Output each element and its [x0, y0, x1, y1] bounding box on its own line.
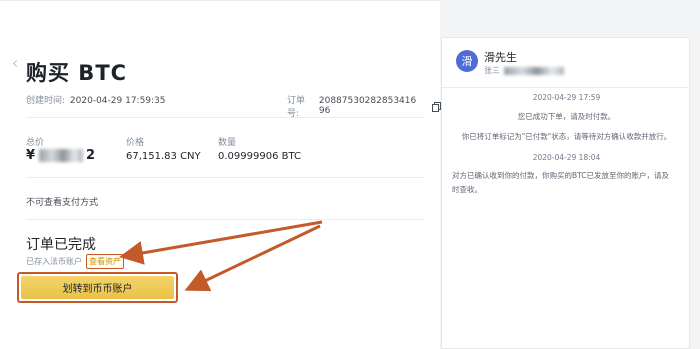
chat-system-message: 您已成功下单，请及时付款。 [517, 112, 616, 121]
redacted-mask [39, 149, 84, 162]
redacted-mask [504, 66, 564, 75]
total-label: 总价 [26, 138, 45, 148]
order-status-subtitle: 已存入法币账户 查看资产 [26, 254, 124, 269]
counterparty-name: 滑先生 [484, 51, 517, 64]
page-title: 购买 BTC [26, 61, 128, 85]
created-time-value: 2020-04-29 17:59:35 [69, 96, 166, 106]
counterparty-sub-text: 张三 [484, 66, 500, 75]
order-status-title: 订单已完成 [26, 237, 96, 253]
back-chevron-icon[interactable] [12, 59, 21, 68]
order-number-value: 20887530282853416​96 [318, 96, 417, 116]
price-label: 价格 [126, 138, 145, 148]
status-sub-text: 已存入法币账户 [26, 257, 82, 266]
total-prefix: ¥ [26, 148, 37, 163]
divider [26, 219, 424, 220]
order-number: 订单号: 20887530282853416​96 [287, 93, 441, 119]
payment-method-note: 不可查看支付方式 [26, 198, 99, 208]
divider [26, 177, 424, 178]
counterparty-subtitle: 张三 [484, 65, 567, 76]
order-number-label: 订单号: [287, 96, 306, 119]
total-suffix: 2 [86, 148, 97, 163]
chat-system-message: 对方已确认收到你的付款，你购买的BTC已发放至你的账户，请及时查收。 [452, 171, 670, 194]
transfer-to-spot-button[interactable]: 划转到币币账户 [21, 276, 174, 299]
total-value: ¥2 [26, 148, 96, 163]
chat-timestamp: 2020-04-29 17:59 [532, 93, 601, 102]
avatar[interactable]: 滑 [456, 50, 478, 72]
chat-panel: 滑 滑先生 张三 2020-04-29 17:59 您已成功下单，请及时付款。 … [441, 37, 690, 349]
created-time: 创建时间: 2020-04-29 17:59:35 [26, 93, 166, 106]
divider [26, 117, 424, 118]
price-value: 67,151.83 CNY [126, 151, 201, 162]
view-assets-link[interactable]: 查看资产 [86, 254, 124, 269]
quantity-label: 数量 [218, 138, 237, 148]
chat-header: 滑 滑先生 张三 [442, 38, 689, 88]
quantity-value: 0.09999906 BTC [218, 151, 301, 162]
copy-icon[interactable] [432, 101, 441, 112]
transfer-button-highlight: 划转到币币账户 [17, 272, 178, 303]
chat-system-message: 你已将订单标记为"已付款"状态，请等待对方确认收款并放行。 [461, 132, 672, 141]
order-panel: 购买 BTC 创建时间: 2020-04-29 17:59:35 订单号: 20… [0, 0, 441, 349]
created-time-label: 创建时间: [26, 96, 66, 106]
chat-timestamp: 2020-04-29 18:04 [532, 153, 601, 162]
